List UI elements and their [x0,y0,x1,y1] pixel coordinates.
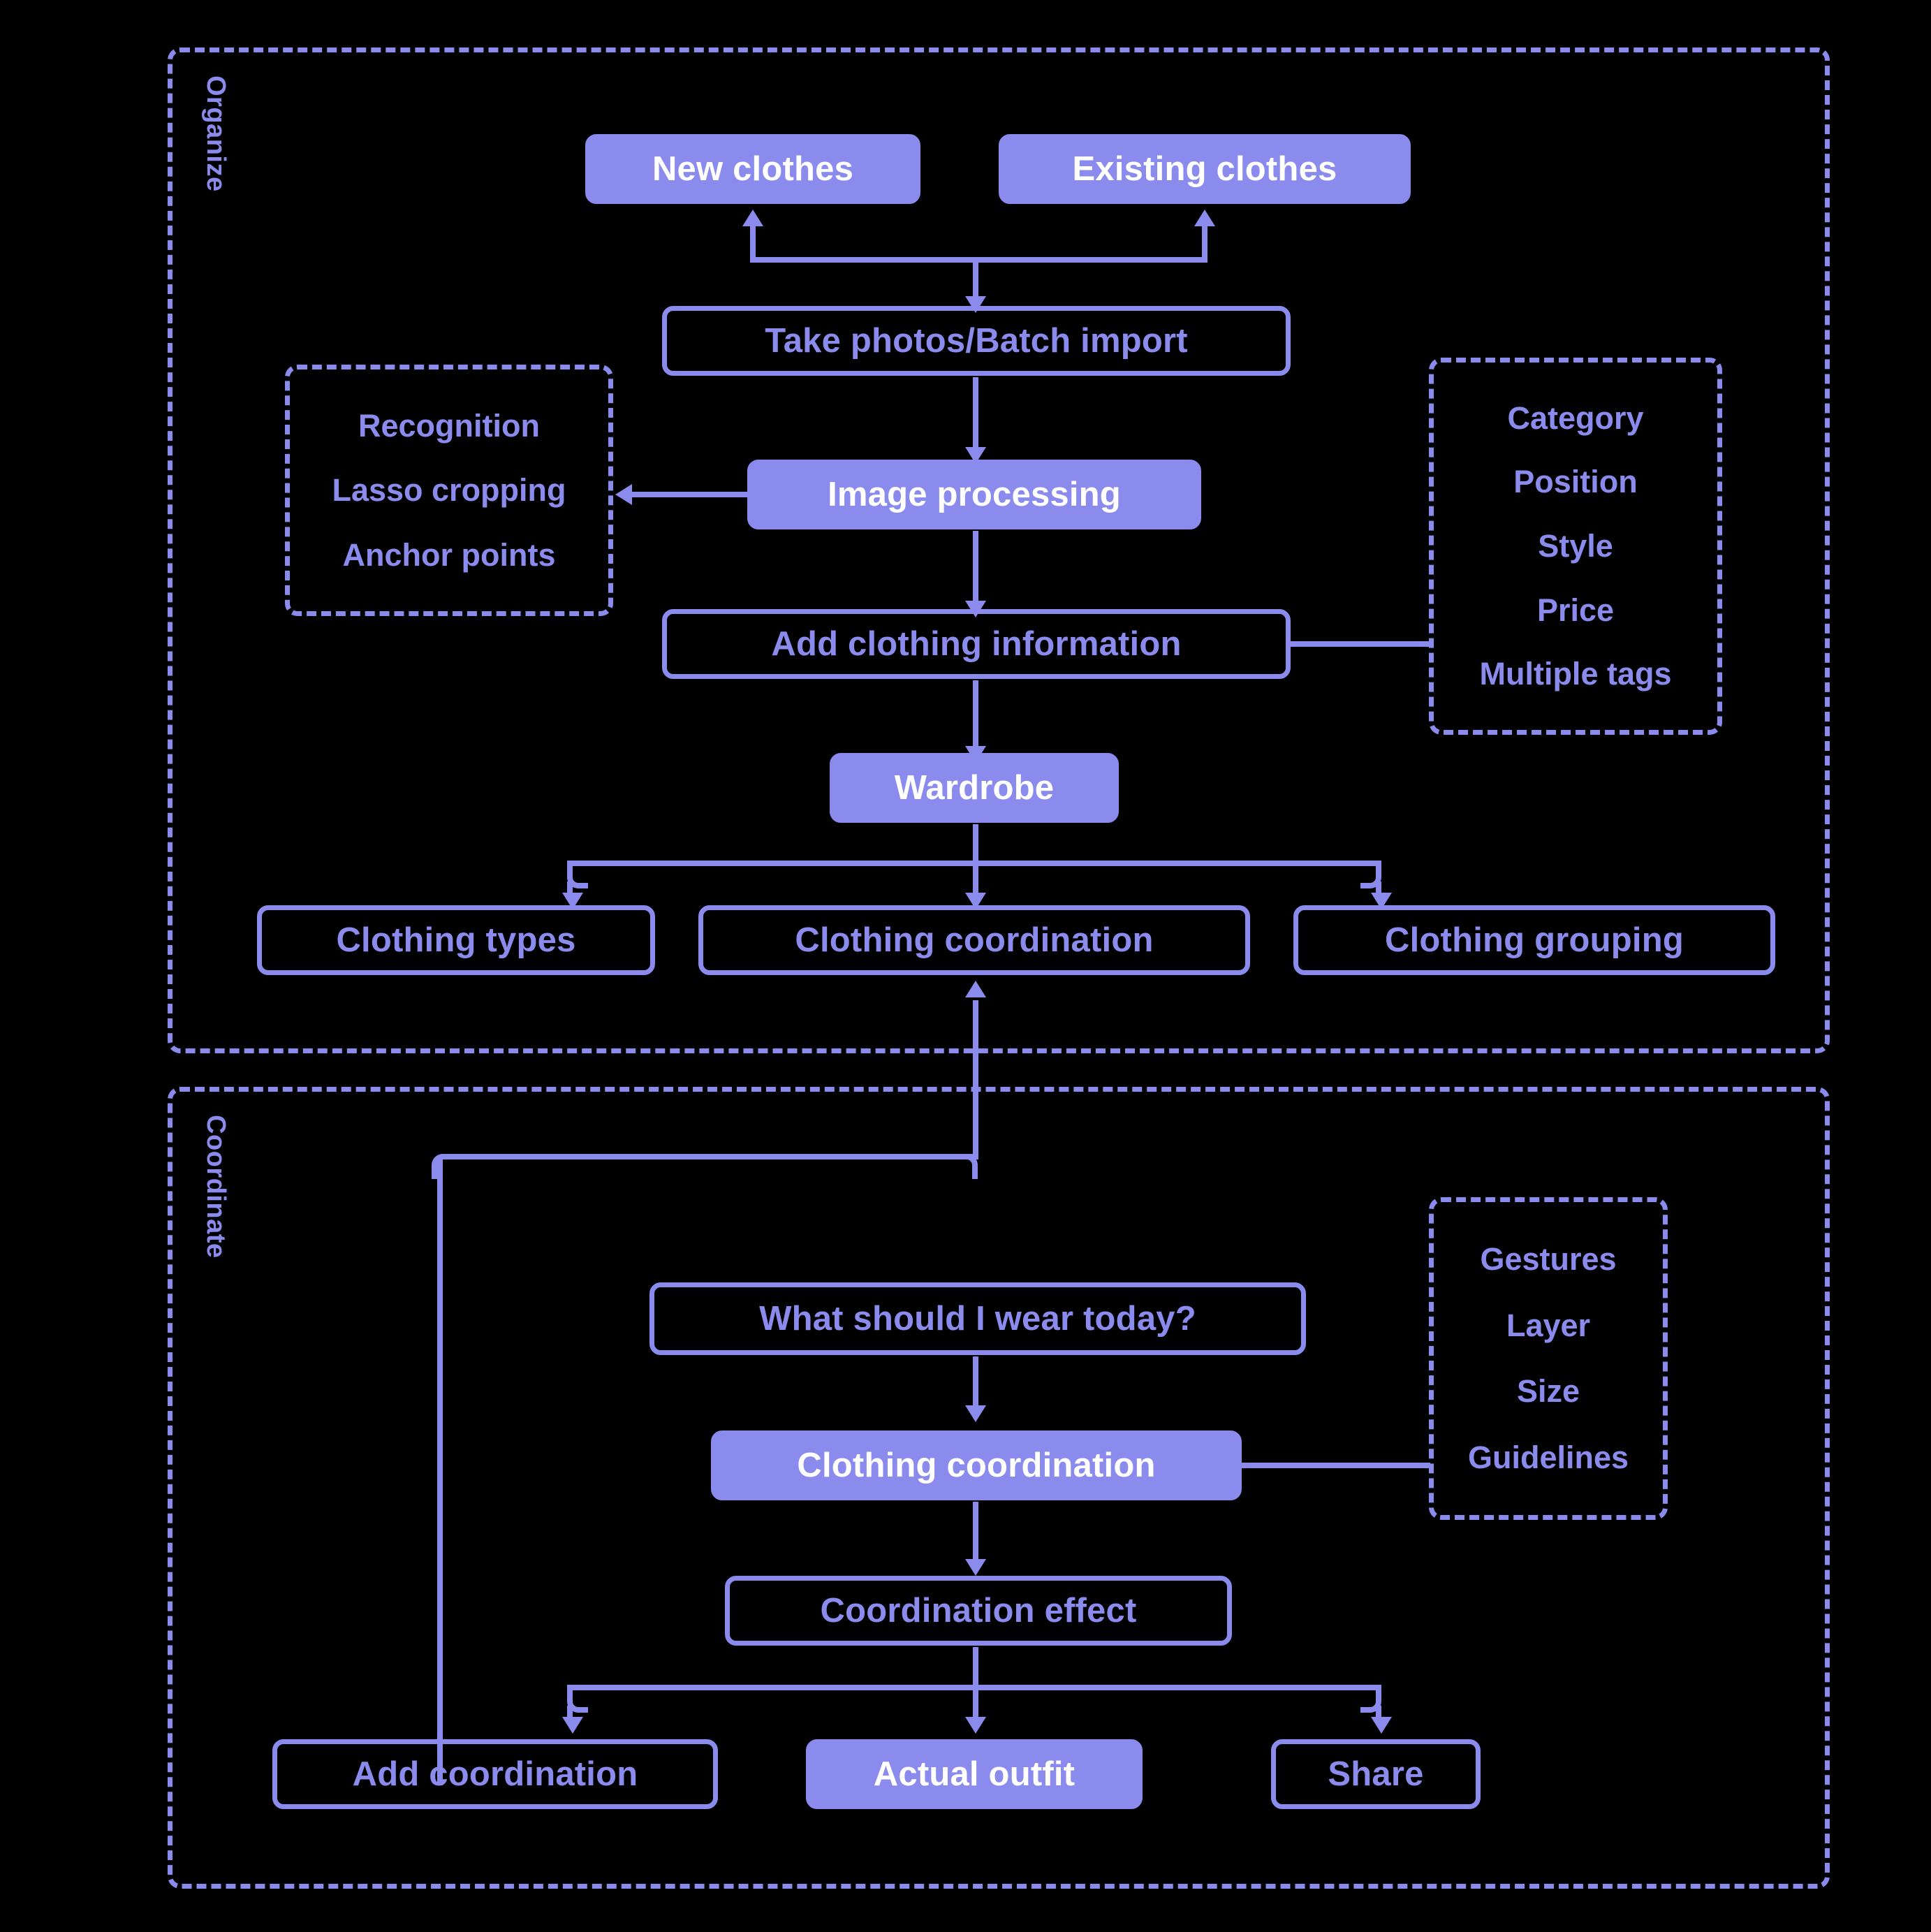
node-clothing-grouping[interactable]: Clothing grouping [1293,905,1775,975]
node-add-coordination[interactable]: Add coordination [272,1739,718,1809]
attr-position: Position [1513,464,1638,500]
attr-gestures: Gestures [1480,1241,1617,1278]
diagram-canvas: Organize New clothes Existing clothes Ta… [0,0,1931,1932]
node-actual-outfit[interactable]: Actual outfit [806,1739,1143,1809]
node-wardrobe[interactable]: Wardrobe [830,753,1119,823]
arrow-into-share [1371,1717,1392,1734]
edge-merge-bar [750,257,1207,263]
panel-clothing-information-attributes: Category Position Style Price Multiple t… [1429,358,1722,735]
edge-what-to-wear-to-coordination [973,1356,978,1411]
attr-price: Price [1536,592,1615,628]
arrow-into-add-coordination [562,1717,583,1734]
edge-coordination-to-attributes [1242,1463,1430,1468]
edge-add-info-to-attributes [1291,641,1430,647]
arrow-into-clothing-coordination-2 [965,1405,986,1422]
edge-feedback-horizontal [451,1154,974,1159]
edge-image-processing-to-attributes [632,492,751,497]
node-clothing-coordination-2[interactable]: Clothing coordination [711,1430,1242,1500]
edge-feedback-vertical-left [437,1159,443,1785]
node-coordination-effect[interactable]: Coordination effect [725,1576,1232,1646]
edge-take-photos-to-image-processing [973,377,978,453]
node-new-clothes[interactable]: New clothes [585,134,920,204]
node-add-clothing-information[interactable]: Add clothing information [662,609,1291,679]
node-clothing-coordination[interactable]: Clothing coordination [698,905,1250,975]
node-image-processing[interactable]: Image processing [747,460,1201,529]
edge-add-info-to-wardrobe [973,680,978,752]
edge-new-clothes-stem [750,225,756,260]
node-existing-clothes[interactable]: Existing clothes [999,134,1411,204]
attr-lasso-cropping: Lasso cropping [332,472,566,508]
arrow-into-new-clothes [742,210,763,226]
attr-layer: Layer [1506,1307,1591,1343]
arrow-into-coordination-effect [965,1559,986,1576]
panel-image-processing-attributes: Recognition Lasso cropping Anchor points [285,365,613,616]
edge-feedback-vertical-right [973,1000,978,1159]
edge-image-processing-to-add-info [973,531,978,606]
arrow-into-image-processing-attributes [615,484,632,505]
attr-anchor-points: Anchor points [342,536,556,573]
group-organize-label: Organize [201,75,230,192]
attr-style: Style [1538,527,1613,564]
attr-guidelines: Guidelines [1467,1439,1629,1475]
arrow-into-actual-outfit [965,1717,986,1734]
edge-wardrobe-stem [973,824,978,865]
attr-multiple-tags: Multiple tags [1479,656,1672,692]
attr-size: Size [1516,1373,1580,1410]
edge-effect-stem [973,1647,978,1688]
attr-recognition: Recognition [358,407,540,444]
node-clothing-types[interactable]: Clothing types [257,905,655,975]
arrow-into-existing-clothes [1194,210,1215,226]
attr-category: Category [1507,400,1644,436]
group-coordinate-label: Coordinate [201,1115,230,1259]
edge-merge-to-take-photos [973,257,978,299]
node-what-should-i-wear-today[interactable]: What should I wear today? [649,1282,1306,1355]
edge-coordination-to-effect [973,1502,978,1565]
edge-existing-clothes-stem [1202,225,1207,260]
panel-coordination-attributes: Gestures Layer Size Guidelines [1429,1197,1668,1520]
node-take-photos[interactable]: Take photos/Batch import [662,306,1291,376]
node-share[interactable]: Share [1271,1739,1481,1809]
arrow-feedback-into-clothing-coordination [965,981,986,997]
